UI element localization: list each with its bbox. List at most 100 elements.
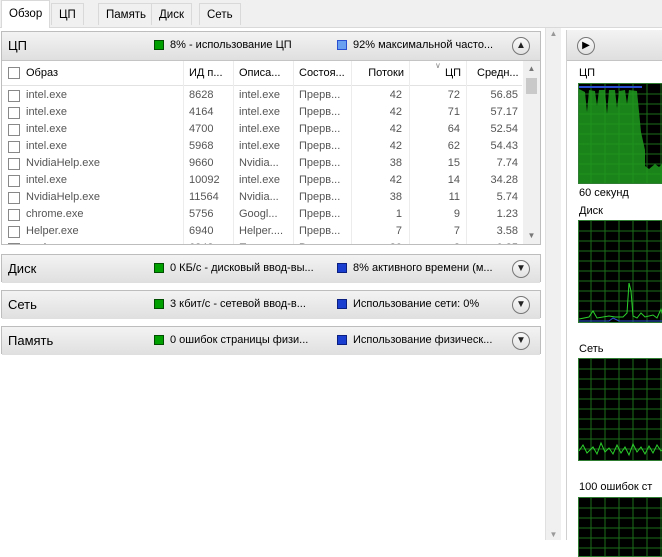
scroll-down-icon[interactable]: ▼: [523, 229, 540, 243]
tab-cpu[interactable]: ЦП: [51, 3, 84, 25]
memory-faults-swatch: [154, 335, 164, 345]
main-scrollbar[interactable]: ▲ ▼: [545, 28, 561, 540]
expand-chevron-icon[interactable]: ▼: [512, 260, 530, 278]
cell-cpu: 14: [447, 174, 460, 186]
cpu-freq-legend: 92% максимальной часто...: [353, 39, 494, 51]
row-checkbox[interactable]: [8, 226, 20, 238]
column-pid[interactable]: ИД п...: [189, 61, 231, 85]
network-graph-label: Сеть: [579, 343, 604, 355]
scroll-thumb[interactable]: [526, 78, 537, 94]
cell-threads: 42: [389, 140, 402, 152]
cell-average: 7.74: [496, 157, 518, 169]
network-section-header[interactable]: Сеть 3 кбит/с - сетевой ввод-в... Исполь…: [2, 291, 540, 319]
table-row[interactable]: NvidiaHelp.exe 11564 Nvidia... Прерв... 38 11…: [2, 189, 522, 206]
row-checkbox[interactable]: [8, 158, 20, 170]
table-row[interactable]: NvidiaHelp.exe 9660 Nvidia... Прерв... 38 15 7…: [2, 155, 522, 172]
tab-overview[interactable]: Обзор: [1, 0, 51, 28]
tab-disk[interactable]: Диск: [151, 3, 192, 25]
cell-threads: 38: [389, 157, 402, 169]
network-graph: [578, 358, 662, 461]
cell-pid: 6940: [189, 225, 214, 237]
cell-average: 0.35: [468, 240, 518, 244]
cell-status: Прерв...: [299, 106, 341, 118]
left-pane: ЦП 8% - использование ЦП 92% максимально…: [0, 28, 545, 540]
column-threads[interactable]: Потоки: [354, 61, 404, 85]
cell-image: explorer.exe: [26, 240, 176, 244]
disk-active-swatch: [337, 263, 347, 273]
column-cpu[interactable]: ЦП: [412, 61, 461, 85]
disk-section[interactable]: Диск 0 КБ/с - дисковый ввод-вы... 8% акт…: [1, 254, 541, 283]
row-checkbox[interactable]: [8, 90, 20, 102]
cell-average: 3.58: [496, 225, 518, 237]
disk-graph-svg: [579, 221, 662, 322]
cell-pid: 10092: [189, 174, 220, 186]
cell-cpu: 62: [447, 140, 460, 152]
cpu-section-header[interactable]: ЦП 8% - использование ЦП 92% максимально…: [2, 32, 540, 61]
chevron-right-icon[interactable]: ▶: [577, 37, 595, 55]
cell-threads: 42: [389, 106, 402, 118]
scroll-up-icon[interactable]: ▲: [546, 29, 561, 38]
table-scrollbar[interactable]: ▲ ▼: [523, 61, 540, 244]
cell-average: 5.74: [496, 191, 518, 203]
cell-pid: 4700: [189, 123, 214, 135]
cell-cpu: 9: [453, 208, 460, 220]
table-header: Образ ИД п... Описа... Состоя... Потоки …: [2, 61, 522, 86]
cell-image: intel.exe: [26, 106, 67, 118]
table-row[interactable]: intel.exe 8628 intel.exe Прерв... 42 72 56.85: [2, 87, 522, 104]
table-row[interactable]: intel.exe 10092 intel.exe Прерв... 42 14 34.28: [2, 172, 522, 189]
tab-memory[interactable]: Память: [98, 3, 155, 25]
memory-faults-legend: 0 ошибок страницы физи...: [170, 334, 309, 346]
cell-description: Прово...: [239, 240, 289, 244]
table-row[interactable]: Helper.exe 6940 Helper.... Прерв... 7 7 3.58: [2, 223, 522, 240]
memory-graph-label: 100 ошибок ст: [579, 481, 653, 493]
memory-section-header[interactable]: Память 0 ошибок страницы физи... Использ…: [2, 327, 540, 355]
network-section[interactable]: Сеть 3 кбит/с - сетевой ввод-в... Исполь…: [1, 290, 541, 319]
memory-usage-legend: Использование физическ...: [353, 334, 493, 346]
cell-image: intel.exe: [26, 174, 67, 186]
expand-chevron-icon[interactable]: ▼: [512, 332, 530, 350]
row-checkbox[interactable]: [8, 124, 20, 136]
column-description[interactable]: Описа...: [239, 61, 289, 85]
cell-status: Прерв...: [299, 191, 341, 203]
cell-cpu: 71: [447, 106, 460, 118]
cell-status: Прерв...: [299, 89, 341, 101]
table-row[interactable]: explorer.exe 6848 Прово... Выпол... 80 2 0.35: [2, 240, 522, 244]
cpu-usage-swatch: [154, 40, 164, 50]
table-row[interactable]: intel.exe 4700 intel.exe Прерв... 42 64 52.54: [2, 121, 522, 138]
cell-image: NvidiaHelp.exe: [26, 191, 100, 203]
cell-cpu: 7: [453, 225, 460, 237]
cell-image: chrome.exe: [26, 208, 84, 220]
table-row[interactable]: intel.exe 4164 intel.exe Прерв... 42 71 57.17: [2, 104, 522, 121]
memory-section[interactable]: Память 0 ошибок страницы физи... Использ…: [1, 326, 541, 355]
row-checkbox[interactable]: [8, 107, 20, 119]
expand-chevron-icon[interactable]: ▼: [512, 296, 530, 314]
table-row[interactable]: chrome.exe 5756 Googl... Прерв... 1 9 1.23: [2, 206, 522, 223]
cell-description: intel.exe: [239, 89, 280, 101]
collapse-chevron-icon[interactable]: ▲: [512, 37, 530, 55]
scroll-down-icon[interactable]: ▼: [546, 530, 561, 539]
column-status[interactable]: Состоя...: [299, 61, 349, 85]
cpu-section: ЦП 8% - использование ЦП 92% максимально…: [1, 31, 541, 245]
row-checkbox[interactable]: [8, 243, 20, 244]
scroll-up-icon[interactable]: ▲: [523, 62, 540, 76]
disk-section-header[interactable]: Диск 0 КБ/с - дисковый ввод-вы... 8% акт…: [2, 255, 540, 283]
cell-pid: 4164: [189, 106, 214, 118]
row-checkbox[interactable]: [8, 209, 20, 221]
network-graph-svg: [579, 359, 662, 460]
cell-threads: 1: [395, 208, 402, 220]
cell-description: intel.exe: [239, 106, 280, 118]
cell-description: Googl...: [239, 208, 278, 220]
cell-status: Прерв...: [299, 157, 341, 169]
select-all-checkbox[interactable]: [8, 67, 20, 79]
table-row[interactable]: intel.exe 5968 intel.exe Прерв... 42 62 54.43: [2, 138, 522, 155]
row-checkbox[interactable]: [8, 175, 20, 187]
cpu-section-title: ЦП: [8, 38, 27, 53]
tab-network[interactable]: Сеть: [199, 3, 241, 25]
row-checkbox[interactable]: [8, 141, 20, 153]
column-average[interactable]: Средн...: [477, 61, 522, 85]
cell-image: NvidiaHelp.exe: [26, 157, 100, 169]
row-checkbox[interactable]: [8, 192, 20, 204]
cell-threads: 42: [389, 174, 402, 186]
column-image[interactable]: Образ: [26, 61, 176, 85]
cell-pid: 9660: [189, 157, 214, 169]
